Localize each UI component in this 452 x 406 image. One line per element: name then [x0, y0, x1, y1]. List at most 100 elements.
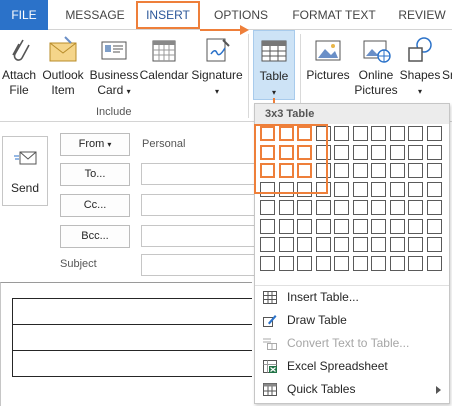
- signature-button[interactable]: Signature ▾: [190, 30, 244, 104]
- grid-cell[interactable]: [408, 126, 423, 141]
- grid-cell[interactable]: [408, 163, 423, 178]
- quick-tables-item[interactable]: Quick Tables: [255, 378, 449, 401]
- grid-cell[interactable]: [371, 163, 386, 178]
- excel-spreadsheet-item[interactable]: Excel Spreadsheet: [255, 355, 449, 378]
- online-pictures-button[interactable]: Online Pictures: [352, 30, 400, 104]
- from-button[interactable]: From ▾: [60, 133, 130, 156]
- grid-cell[interactable]: [279, 219, 294, 234]
- grid-cell[interactable]: [390, 256, 405, 271]
- grid-cell[interactable]: [408, 182, 423, 197]
- grid-cell[interactable]: [353, 256, 368, 271]
- grid-cell[interactable]: [297, 200, 312, 215]
- grid-cell[interactable]: [390, 237, 405, 252]
- send-button[interactable]: Send: [2, 136, 48, 206]
- pictures-button[interactable]: Pictures: [304, 30, 352, 104]
- grid-cell[interactable]: [390, 219, 405, 234]
- grid-cell[interactable]: [427, 200, 442, 215]
- from-value: Personal: [142, 138, 186, 150]
- grid-cell[interactable]: [408, 256, 423, 271]
- grid-cell[interactable]: [427, 237, 442, 252]
- grid-cell[interactable]: [260, 200, 275, 215]
- grid-cell[interactable]: [260, 256, 275, 271]
- grid-cell[interactable]: [297, 256, 312, 271]
- tab-format-text[interactable]: FORMAT TEXT: [286, 0, 382, 30]
- convert-text-to-table-item[interactable]: Convert Text to Table...: [255, 332, 449, 355]
- grid-cell[interactable]: [427, 219, 442, 234]
- grid-cell[interactable]: [334, 219, 349, 234]
- grid-cell[interactable]: [260, 237, 275, 252]
- calendar-button[interactable]: Calendar: [138, 30, 190, 104]
- bcc-button[interactable]: Bcc...: [60, 225, 130, 248]
- grid-cell[interactable]: [316, 237, 331, 252]
- grid-cell[interactable]: [390, 163, 405, 178]
- cc-button[interactable]: Cc...: [60, 194, 130, 217]
- grid-cell[interactable]: [371, 182, 386, 197]
- grid-cell[interactable]: [353, 182, 368, 197]
- grid-cell[interactable]: [334, 163, 349, 178]
- grid-cell[interactable]: [390, 200, 405, 215]
- grid-cell[interactable]: [279, 256, 294, 271]
- grid-cell[interactable]: [334, 256, 349, 271]
- table-button[interactable]: Table ▾: [253, 30, 295, 100]
- subject-field[interactable]: [141, 254, 261, 276]
- grid-cell[interactable]: [390, 145, 405, 160]
- grid-cell[interactable]: [408, 219, 423, 234]
- grid-cell[interactable]: [353, 145, 368, 160]
- grid-cell[interactable]: [334, 182, 349, 197]
- grid-cell[interactable]: [297, 219, 312, 234]
- grid-cell[interactable]: [353, 219, 368, 234]
- grid-cell[interactable]: [371, 219, 386, 234]
- grid-cell[interactable]: [427, 145, 442, 160]
- tab-review[interactable]: REVIEW: [394, 0, 450, 30]
- draw-table-item[interactable]: Draw Table: [255, 309, 449, 332]
- grid-cell[interactable]: [334, 200, 349, 215]
- shapes-button[interactable]: Shapes ▾: [398, 30, 442, 104]
- grid-cell[interactable]: [371, 145, 386, 160]
- grid-cell[interactable]: [353, 163, 368, 178]
- quick-tables-icon: [263, 383, 277, 396]
- grid-cell[interactable]: [353, 126, 368, 141]
- grid-cell[interactable]: [408, 200, 423, 215]
- grid-cell[interactable]: [297, 237, 312, 252]
- grid-cell[interactable]: [427, 256, 442, 271]
- grid-cell[interactable]: [408, 237, 423, 252]
- grid-cell[interactable]: [334, 237, 349, 252]
- grid-cell[interactable]: [353, 237, 368, 252]
- attach-file-button[interactable]: Attach File: [0, 30, 38, 104]
- grid-cell[interactable]: [390, 182, 405, 197]
- grid-cell[interactable]: [316, 200, 331, 215]
- grid-cell[interactable]: [408, 145, 423, 160]
- grid-cell[interactable]: [353, 200, 368, 215]
- grid-cell[interactable]: [371, 256, 386, 271]
- send-envelope-icon: [14, 151, 37, 165]
- inserted-table-border: [12, 350, 252, 351]
- grid-cell[interactable]: [316, 256, 331, 271]
- grid-cell[interactable]: [316, 219, 331, 234]
- tab-file[interactable]: FILE: [0, 0, 48, 30]
- tab-insert[interactable]: INSERT: [136, 1, 200, 29]
- grid-cell[interactable]: [260, 219, 275, 234]
- tab-message[interactable]: MESSAGE: [62, 0, 128, 30]
- smartart-button[interactable]: Sn: [442, 30, 452, 104]
- outlook-item-button[interactable]: Outlook Item: [40, 30, 86, 104]
- grid-cell[interactable]: [279, 200, 294, 215]
- grid-cell[interactable]: [427, 182, 442, 197]
- grid-cell[interactable]: [371, 200, 386, 215]
- message-body[interactable]: [0, 282, 252, 406]
- grid-cell[interactable]: [390, 126, 405, 141]
- grid-cell[interactable]: [371, 126, 386, 141]
- bcc-field[interactable]: [141, 225, 261, 247]
- grid-cell[interactable]: [371, 237, 386, 252]
- grid-cell[interactable]: [427, 163, 442, 178]
- insert-table-item[interactable]: Insert Table...: [255, 286, 449, 309]
- to-button[interactable]: To...: [60, 163, 130, 186]
- business-card-button[interactable]: Business Card ▾: [88, 30, 140, 104]
- grid-cell[interactable]: [279, 237, 294, 252]
- grid-cell[interactable]: [334, 145, 349, 160]
- to-field[interactable]: [141, 163, 261, 185]
- grid-cell[interactable]: [427, 126, 442, 141]
- shapes-label: Shapes ▾: [399, 68, 441, 96]
- grid-cell[interactable]: [334, 126, 349, 141]
- cc-field[interactable]: [141, 194, 261, 216]
- arrow-head-icon: [240, 25, 249, 35]
